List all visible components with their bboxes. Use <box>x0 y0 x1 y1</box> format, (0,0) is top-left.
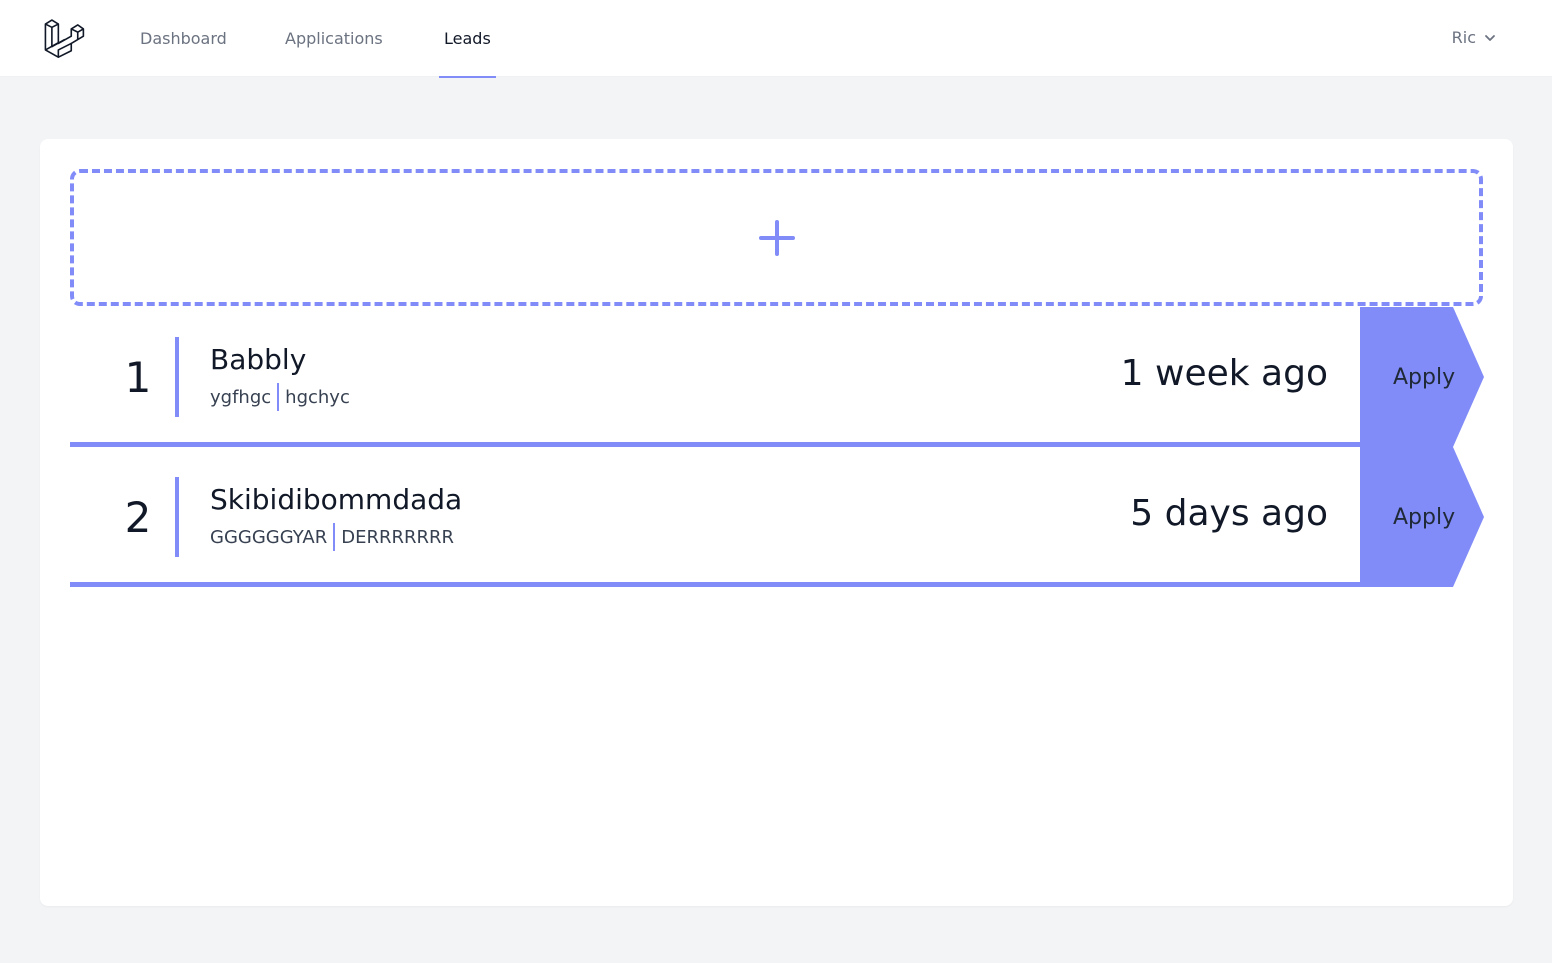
lead-name: Babbly <box>210 343 307 376</box>
apply-button[interactable]: Apply <box>1360 307 1484 447</box>
lead-row: 2 Skibidibommdada GGGGGGYAR DERRRRRRR 5 … <box>70 447 1484 587</box>
meta-separator <box>277 383 280 411</box>
lead-meta-secondary: DERRRRRRR <box>341 526 454 548</box>
lead-time: 1 week ago <box>1120 353 1328 394</box>
lead-meta: GGGGGGYAR DERRRRRRR <box>210 523 454 551</box>
user-name: Ric <box>1451 28 1476 47</box>
lead-meta-primary: GGGGGGYAR <box>210 526 328 548</box>
top-navigation: Dashboard Applications Leads Ric <box>0 0 1552 78</box>
lead-name: Skibidibommdada <box>210 483 463 516</box>
meta-separator <box>333 523 336 551</box>
user-menu-button[interactable]: Ric <box>1452 0 1496 75</box>
lead-number: 1 <box>124 353 152 402</box>
lead-meta-secondary: hgchyc <box>285 386 350 408</box>
laravel-logo-icon[interactable] <box>43 16 85 58</box>
lead-number: 2 <box>124 493 152 542</box>
leads-card: 1 Babbly ygfhgc hgchyc 1 week ago Apply … <box>40 139 1513 906</box>
chevron-down-icon <box>1485 34 1495 41</box>
plus-icon <box>758 219 795 256</box>
add-lead-button[interactable] <box>70 169 1483 306</box>
lead-row: 1 Babbly ygfhgc hgchyc 1 week ago Apply <box>70 307 1484 447</box>
nav-applications[interactable]: Applications <box>285 0 383 77</box>
apply-button[interactable]: Apply <box>1360 447 1484 587</box>
nav-dashboard[interactable]: Dashboard <box>140 0 227 77</box>
lead-divider <box>175 477 179 557</box>
lead-meta: ygfhgc hgchyc <box>210 383 350 411</box>
lead-time: 5 days ago <box>1130 493 1328 534</box>
lead-meta-primary: ygfhgc <box>210 386 272 408</box>
row-underline <box>70 582 1360 587</box>
nav-leads[interactable]: Leads <box>439 0 496 78</box>
lead-divider <box>175 337 179 417</box>
